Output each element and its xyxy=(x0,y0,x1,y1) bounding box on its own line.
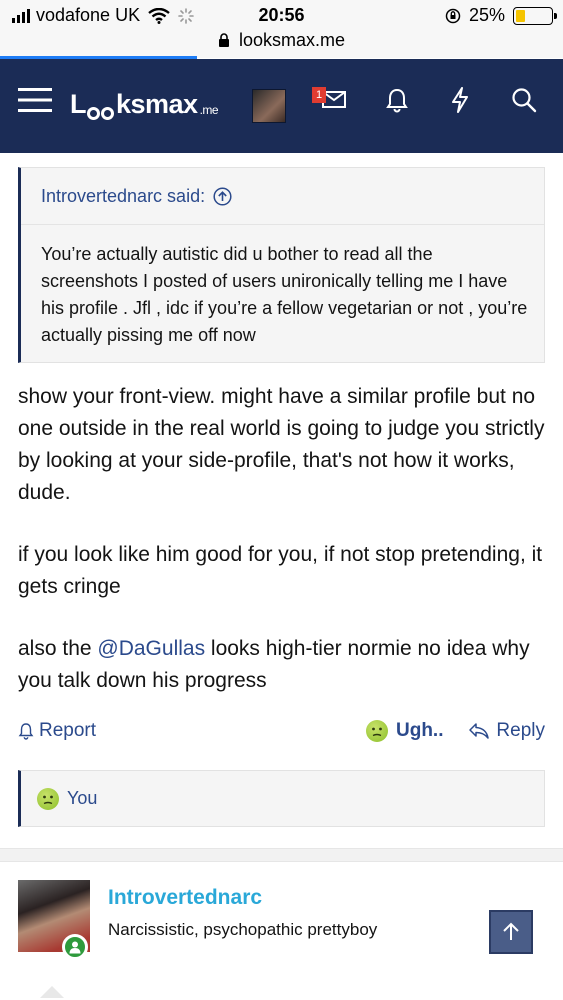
bell-icon xyxy=(386,88,408,113)
menu-icon xyxy=(18,88,52,112)
user-title: Narcissistic, psychopathic prettyboy xyxy=(108,920,378,939)
reaction-label: Ugh.. xyxy=(396,720,444,741)
lock-icon xyxy=(218,33,229,47)
user-avatar[interactable] xyxy=(252,89,286,123)
report-label: Report xyxy=(39,720,97,741)
battery-info: 25% xyxy=(445,5,557,26)
search-button[interactable] xyxy=(511,87,537,113)
address-bar[interactable]: looksmax.me xyxy=(0,30,563,51)
orientation-lock-icon xyxy=(445,8,461,23)
post-content: show your front-view. might have a simil… xyxy=(18,381,548,727)
status-bar: vodafone UK 20:56 25% looksmax.me xyxy=(0,0,563,59)
post-paragraph: if you look like him good for you, if no… xyxy=(18,543,543,598)
battery-icon xyxy=(513,6,557,25)
search-icon xyxy=(512,88,537,113)
site-navbar: L ksmax .me 1 xyxy=(0,59,563,153)
user-mention-link[interactable]: @DaGullas xyxy=(97,637,205,660)
report-button[interactable]: Report xyxy=(18,720,96,742)
online-status-icon xyxy=(62,934,88,960)
quoted-message: Introvertednarc said: You’re actually au… xyxy=(18,167,545,363)
message-pointer xyxy=(40,986,64,998)
ugh-emoji-icon xyxy=(37,787,59,810)
menu-button[interactable] xyxy=(18,87,52,113)
quote-author[interactable]: Introvertednarc said: xyxy=(41,186,205,207)
url-text: looksmax.me xyxy=(238,30,346,50)
post-actions: Report Ugh.. Reply xyxy=(18,720,545,748)
bolt-icon xyxy=(452,87,468,113)
site-logo[interactable]: L ksmax .me xyxy=(70,89,219,120)
alerts-button[interactable] xyxy=(385,87,409,113)
ugh-emoji-icon xyxy=(366,720,388,742)
reaction-button[interactable]: Ugh.. xyxy=(366,720,444,742)
logo-eyes-icon xyxy=(87,107,115,120)
quote-header[interactable]: Introvertednarc said: xyxy=(41,186,232,207)
battery-percent: 25% xyxy=(468,5,505,25)
quote-text: You’re actually autistic did u bother to… xyxy=(41,244,528,345)
notification-badge: 1 xyxy=(312,87,327,103)
post-text: also the xyxy=(18,637,98,660)
scroll-to-top-button[interactable] xyxy=(489,910,533,954)
logo-suffix: .me xyxy=(199,103,219,117)
logo-text-end: ksmax xyxy=(116,89,198,119)
arrow-up-circle-icon[interactable] xyxy=(213,187,232,206)
reply-button[interactable]: Reply xyxy=(468,720,545,742)
next-post-header: Introvertednarc Narcissistic, psychopath… xyxy=(0,862,563,1000)
reactions-users[interactable]: You xyxy=(67,788,97,809)
post-divider xyxy=(0,848,563,862)
whats-new-button[interactable] xyxy=(450,87,470,113)
quote-divider xyxy=(21,224,544,225)
bell-icon xyxy=(18,723,34,740)
post-paragraph: show your front-view. might have a simil… xyxy=(18,385,545,504)
reply-icon xyxy=(469,723,490,739)
arrow-up-icon xyxy=(503,922,519,940)
post-paragraph: also the @DaGullas looks high-tier normi… xyxy=(18,633,548,697)
logo-text-start: L xyxy=(70,89,87,119)
reply-label: Reply xyxy=(496,720,545,741)
reactions-bar[interactable]: You xyxy=(18,770,545,827)
post-author-name[interactable]: Introvertednarc xyxy=(108,886,262,910)
